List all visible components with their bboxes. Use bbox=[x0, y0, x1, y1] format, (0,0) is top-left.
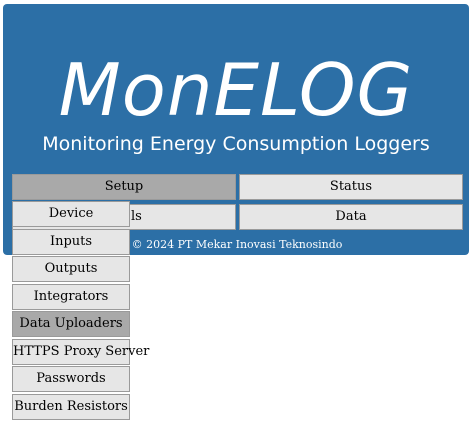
menu-item-device[interactable]: Device bbox=[12, 201, 130, 227]
data-button[interactable]: Data bbox=[239, 204, 463, 230]
menu-item-outputs[interactable]: Outputs bbox=[12, 256, 130, 282]
setup-button[interactable]: Setup bbox=[12, 174, 236, 200]
menu-item-https-proxy-server[interactable]: HTTPS Proxy Server bbox=[12, 339, 149, 365]
tools-button-label: ls bbox=[131, 209, 142, 224]
app-subtitle: Monitoring Energy Consumption Loggers bbox=[42, 133, 430, 155]
menu-item-passwords[interactable]: Passwords bbox=[12, 366, 130, 392]
menu-item-integrators[interactable]: Integrators bbox=[12, 284, 130, 310]
menu-item-inputs[interactable]: Inputs bbox=[12, 229, 130, 255]
app-logo: MonELOG bbox=[58, 48, 414, 132]
menu-item-data-uploaders[interactable]: Data Uploaders bbox=[12, 311, 130, 337]
menu-item-burden-resistors[interactable]: Burden Resistors bbox=[12, 394, 130, 420]
status-button[interactable]: Status bbox=[239, 174, 463, 200]
